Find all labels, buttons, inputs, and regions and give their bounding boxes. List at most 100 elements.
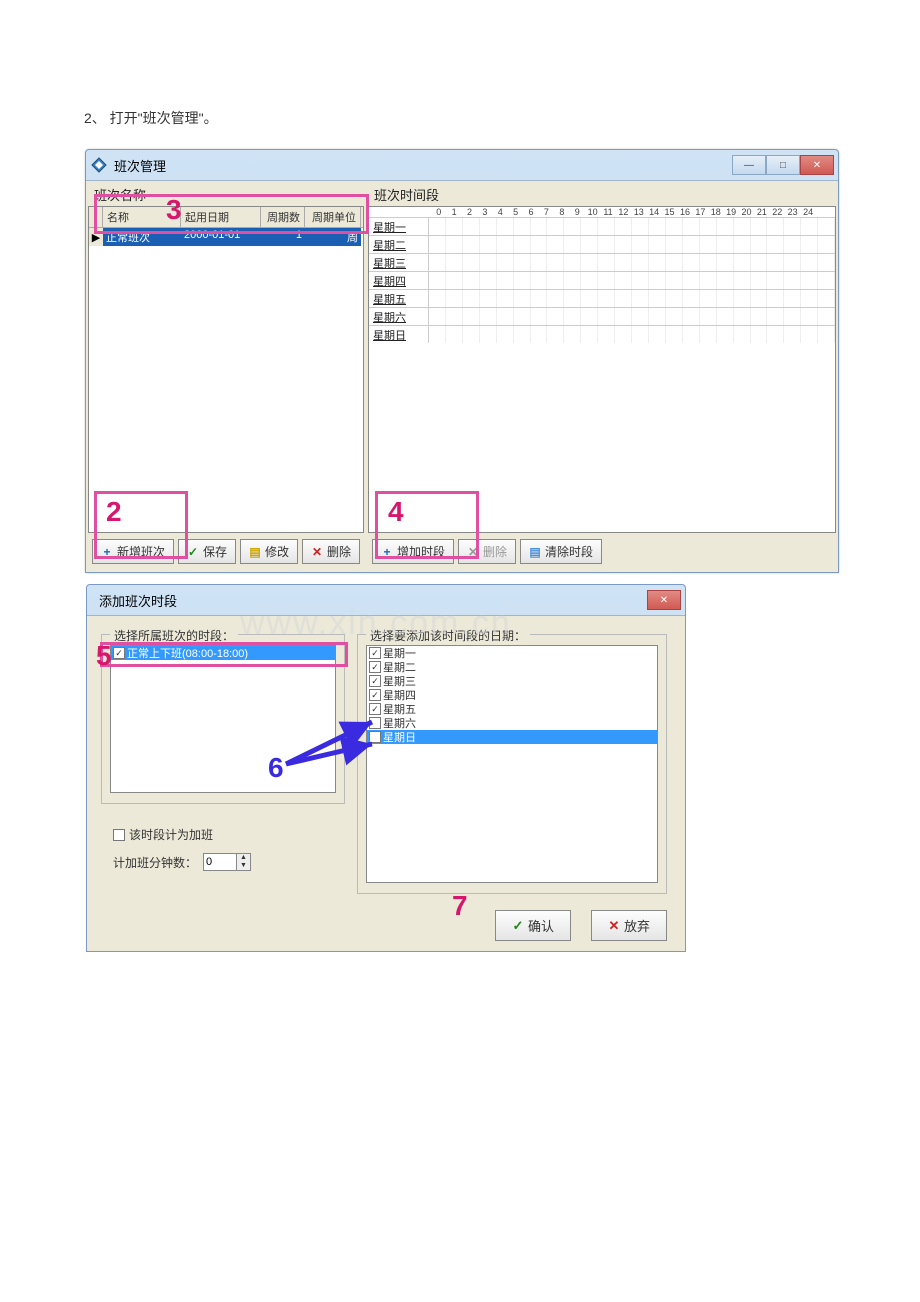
schedule-row[interactable]: 星期六 (369, 307, 835, 325)
hour-label: 14 (646, 207, 661, 217)
schedule-row[interactable]: 星期日 (369, 325, 835, 343)
cell-cycle[interactable]: 1 (261, 228, 305, 246)
window-title: 班次管理 (114, 156, 166, 175)
list-item[interactable]: 正常上下班(08:00-18:00) (111, 646, 335, 660)
hour-label: 6 (523, 207, 538, 217)
day-label: 星期日 (383, 729, 416, 745)
schedule-cells[interactable] (429, 218, 835, 235)
delete-label: 删除 (327, 543, 351, 560)
list-item[interactable]: 星期日 (367, 730, 657, 744)
hour-label: 19 (723, 207, 738, 217)
titlebar[interactable]: 班次管理 — □ ✕ (86, 150, 838, 180)
document-icon: ▤ (529, 546, 541, 558)
check-icon: ✓ (187, 546, 199, 558)
list-item[interactable]: 星期四 (367, 688, 657, 702)
hour-label: 20 (739, 207, 754, 217)
hour-label: 23 (785, 207, 800, 217)
add-shift-label: 新增班次 (117, 543, 165, 560)
timespan-label: 班次时间段 (368, 183, 836, 206)
checkbox[interactable] (369, 731, 381, 743)
day-label: 星期五 (369, 290, 429, 307)
add-shift-button[interactable]: +新增班次 (92, 539, 174, 564)
hour-label: 10 (585, 207, 600, 217)
schedule-cells[interactable] (429, 272, 835, 289)
edit-button[interactable]: ▤修改 (240, 539, 298, 564)
cancel-label: 放弃 (624, 916, 650, 935)
close-button[interactable]: ✕ (800, 155, 834, 175)
checkbox[interactable] (113, 647, 125, 659)
hour-label: 11 (600, 207, 615, 217)
list-item[interactable]: 星期二 (367, 660, 657, 674)
checkbox[interactable] (113, 829, 125, 841)
delete-timespan-label: 删除 (483, 543, 507, 560)
overtime-checkbox-row[interactable]: 该时段计为加班 (113, 826, 251, 843)
app-icon (90, 156, 108, 174)
hour-label: 3 (477, 207, 492, 217)
clear-timespan-button[interactable]: ▤ 清除时段 (520, 539, 602, 564)
cell-date[interactable]: 2000-01-01 (181, 228, 261, 246)
col-cycle-header[interactable]: 周期数 (261, 207, 305, 227)
hour-label: 1 (446, 207, 461, 217)
schedule-row[interactable]: 星期二 (369, 235, 835, 253)
day-label: 星期四 (369, 272, 429, 289)
checkbox[interactable] (369, 689, 381, 701)
schedule-cells[interactable] (429, 254, 835, 271)
delete-timespan-button[interactable]: ✕删除 (458, 539, 516, 564)
col-name-header[interactable]: 名称 (103, 207, 181, 227)
dialog-close-button[interactable]: ✕ (647, 590, 681, 610)
plus-icon: + (381, 546, 393, 558)
spin-up-icon[interactable]: ▲ (236, 854, 250, 862)
schedule-row[interactable]: 星期四 (369, 271, 835, 289)
day-list[interactable]: 星期一星期二星期三星期四星期五星期六星期日 (366, 645, 658, 883)
schedule-grid[interactable]: 0123456789101112131415161718192021222324… (368, 206, 836, 533)
clear-timespan-label: 清除时段 (545, 543, 593, 560)
confirm-button[interactable]: ✓确认 (495, 910, 571, 941)
spin-down-icon[interactable]: ▼ (236, 862, 250, 870)
save-button[interactable]: ✓ 保存 (178, 539, 236, 564)
instruction-text: 2、 打开"班次管理"。 (84, 108, 218, 128)
list-item[interactable]: 星期六 (367, 716, 657, 730)
schedule-cells[interactable] (429, 236, 835, 253)
checkbox[interactable] (369, 703, 381, 715)
hour-label: 18 (708, 207, 723, 217)
checkbox[interactable] (369, 661, 381, 673)
schedule-row[interactable]: 星期五 (369, 289, 835, 307)
minutes-stepper[interactable]: ▲▼ (203, 853, 251, 871)
col-unit-header[interactable]: 周期单位 (305, 207, 361, 227)
save-label: 保存 (203, 543, 227, 560)
list-item[interactable]: 星期五 (367, 702, 657, 716)
checkbox[interactable] (369, 675, 381, 687)
delete-button[interactable]: ✕删除 (302, 539, 360, 564)
list-item[interactable]: 星期一 (367, 646, 657, 660)
hour-label: 16 (677, 207, 692, 217)
hour-label: 21 (754, 207, 769, 217)
cancel-button[interactable]: ✕放弃 (591, 910, 667, 941)
hour-label: 4 (493, 207, 508, 217)
schedule-cells[interactable] (429, 308, 835, 325)
cell-name[interactable]: 正常班次 (103, 228, 181, 246)
cell-unit[interactable]: 周 (305, 228, 361, 246)
hour-label: 22 (770, 207, 785, 217)
add-timespan-button[interactable]: + 增加时段 (372, 539, 454, 564)
table-row[interactable]: ▶ 正常班次 2000-01-01 1 周 (89, 228, 363, 246)
col-date-header[interactable]: 起用日期 (181, 207, 261, 227)
hour-label: 15 (662, 207, 677, 217)
dialog-titlebar[interactable]: 添加班次时段 ✕ (87, 585, 685, 615)
shift-option-label: 正常上下班(08:00-18:00) (127, 645, 248, 661)
checkbox[interactable] (369, 647, 381, 659)
shift-table[interactable]: 名称 起用日期 周期数 周期单位 ▶ 正常班次 2000-01-01 1 周 (88, 206, 364, 533)
edit-label: 修改 (265, 543, 289, 560)
minimize-button[interactable]: — (732, 155, 766, 175)
day-label: 星期六 (369, 308, 429, 325)
checkbox[interactable] (369, 717, 381, 729)
add-timespan-label: 增加时段 (397, 543, 445, 560)
schedule-row[interactable]: 星期一 (369, 217, 835, 235)
schedule-row[interactable]: 星期三 (369, 253, 835, 271)
maximize-button[interactable]: □ (766, 155, 800, 175)
schedule-cells[interactable] (429, 290, 835, 307)
schedule-cells[interactable] (429, 326, 835, 343)
list-item[interactable]: 星期三 (367, 674, 657, 688)
shift-option-list[interactable]: 正常上下班(08:00-18:00) (110, 645, 336, 793)
hour-label: 8 (554, 207, 569, 217)
minutes-input[interactable] (204, 854, 236, 870)
